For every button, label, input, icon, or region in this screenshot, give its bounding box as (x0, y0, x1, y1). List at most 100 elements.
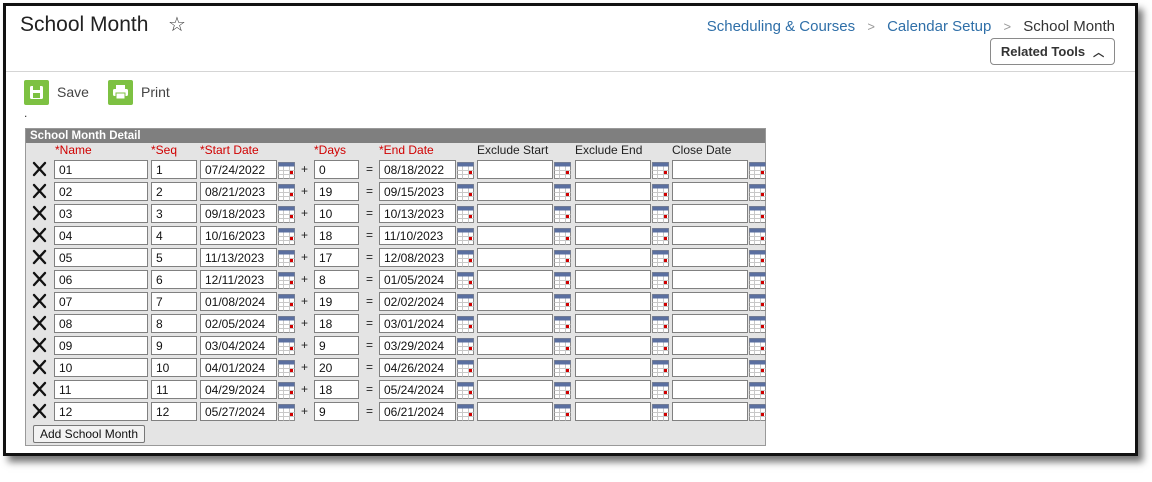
start-date-input[interactable]: 11/13/2023 (200, 248, 277, 267)
exclude-start-input[interactable] (477, 336, 553, 355)
name-input[interactable]: 11 (54, 380, 148, 399)
exclude-end-input[interactable] (575, 380, 651, 399)
end-date-input[interactable]: 05/24/2024 (379, 380, 456, 399)
exclude-start-input[interactable] (477, 160, 553, 179)
calendar-icon[interactable] (278, 272, 295, 289)
seq-input[interactable]: 2 (151, 182, 197, 201)
calendar-icon[interactable] (749, 250, 766, 267)
related-tools-button[interactable]: Related Tools ︿ (990, 38, 1115, 65)
calendar-icon[interactable] (749, 294, 766, 311)
calendar-icon[interactable] (554, 294, 571, 311)
exclude-end-input[interactable] (575, 160, 651, 179)
calendar-icon[interactable] (652, 404, 669, 421)
close-date-input[interactable] (672, 380, 748, 399)
calendar-icon[interactable] (652, 206, 669, 223)
name-input[interactable]: 07 (54, 292, 148, 311)
calendar-icon[interactable] (554, 338, 571, 355)
start-date-input[interactable]: 10/16/2023 (200, 226, 277, 245)
calendar-icon[interactable] (457, 382, 474, 399)
delete-x-icon[interactable] (31, 160, 48, 178)
days-input[interactable]: 18 (314, 314, 359, 333)
exclude-end-input[interactable] (575, 358, 651, 377)
calendar-icon[interactable] (278, 360, 295, 377)
close-date-input[interactable] (672, 182, 748, 201)
close-date-input[interactable] (672, 292, 748, 311)
end-date-input[interactable]: 12/08/2023 (379, 248, 456, 267)
delete-x-icon[interactable] (31, 358, 48, 376)
start-date-input[interactable]: 01/08/2024 (200, 292, 277, 311)
calendar-icon[interactable] (278, 294, 295, 311)
print-button[interactable]: Print (108, 79, 170, 105)
exclude-start-input[interactable] (477, 248, 553, 267)
exclude-end-input[interactable] (575, 292, 651, 311)
exclude-end-input[interactable] (575, 204, 651, 223)
calendar-icon[interactable] (652, 360, 669, 377)
seq-input[interactable]: 1 (151, 160, 197, 179)
calendar-icon[interactable] (554, 272, 571, 289)
calendar-icon[interactable] (278, 316, 295, 333)
seq-input[interactable]: 12 (151, 402, 197, 421)
breadcrumb-link-calendar-setup[interactable]: Calendar Setup (887, 18, 991, 35)
name-input[interactable]: 01 (54, 160, 148, 179)
calendar-icon[interactable] (652, 162, 669, 179)
exclude-end-input[interactable] (575, 336, 651, 355)
calendar-icon[interactable] (554, 206, 571, 223)
seq-input[interactable]: 6 (151, 270, 197, 289)
calendar-icon[interactable] (554, 228, 571, 245)
calendar-icon[interactable] (554, 316, 571, 333)
close-date-input[interactable] (672, 226, 748, 245)
add-school-month-button[interactable]: Add School Month (33, 425, 146, 443)
days-input[interactable]: 18 (314, 226, 359, 245)
name-input[interactable]: 10 (54, 358, 148, 377)
end-date-input[interactable]: 09/15/2023 (379, 182, 456, 201)
exclude-end-input[interactable] (575, 314, 651, 333)
start-date-input[interactable]: 03/04/2024 (200, 336, 277, 355)
end-date-input[interactable]: 11/10/2023 (379, 226, 456, 245)
calendar-icon[interactable] (749, 228, 766, 245)
exclude-start-input[interactable] (477, 270, 553, 289)
exclude-start-input[interactable] (477, 292, 553, 311)
exclude-end-input[interactable] (575, 182, 651, 201)
seq-input[interactable]: 10 (151, 358, 197, 377)
close-date-input[interactable] (672, 314, 748, 333)
days-input[interactable]: 9 (314, 336, 359, 355)
calendar-icon[interactable] (278, 382, 295, 399)
exclude-start-input[interactable] (477, 358, 553, 377)
calendar-icon[interactable] (554, 162, 571, 179)
start-date-input[interactable]: 12/11/2023 (200, 270, 277, 289)
calendar-icon[interactable] (457, 360, 474, 377)
end-date-input[interactable]: 10/13/2023 (379, 204, 456, 223)
name-input[interactable]: 06 (54, 270, 148, 289)
calendar-icon[interactable] (749, 338, 766, 355)
calendar-icon[interactable] (457, 294, 474, 311)
calendar-icon[interactable] (278, 228, 295, 245)
name-input[interactable]: 05 (54, 248, 148, 267)
start-date-input[interactable]: 04/01/2024 (200, 358, 277, 377)
calendar-icon[interactable] (457, 272, 474, 289)
name-input[interactable]: 03 (54, 204, 148, 223)
close-date-input[interactable] (672, 270, 748, 289)
exclude-start-input[interactable] (477, 182, 553, 201)
seq-input[interactable]: 7 (151, 292, 197, 311)
days-input[interactable]: 0 (314, 160, 359, 179)
close-date-input[interactable] (672, 402, 748, 421)
calendar-icon[interactable] (457, 228, 474, 245)
calendar-icon[interactable] (278, 250, 295, 267)
exclude-start-input[interactable] (477, 402, 553, 421)
exclude-start-input[interactable] (477, 204, 553, 223)
days-input[interactable]: 9 (314, 402, 359, 421)
calendar-icon[interactable] (554, 360, 571, 377)
days-input[interactable]: 17 (314, 248, 359, 267)
end-date-input[interactable]: 08/18/2022 (379, 160, 456, 179)
calendar-icon[interactable] (554, 250, 571, 267)
calendar-icon[interactable] (652, 250, 669, 267)
name-input[interactable]: 08 (54, 314, 148, 333)
calendar-icon[interactable] (652, 294, 669, 311)
exclude-end-input[interactable] (575, 270, 651, 289)
calendar-icon[interactable] (749, 360, 766, 377)
end-date-input[interactable]: 03/01/2024 (379, 314, 456, 333)
calendar-icon[interactable] (749, 382, 766, 399)
calendar-icon[interactable] (554, 184, 571, 201)
star-icon[interactable]: ☆ (168, 15, 186, 35)
close-date-input[interactable] (672, 160, 748, 179)
